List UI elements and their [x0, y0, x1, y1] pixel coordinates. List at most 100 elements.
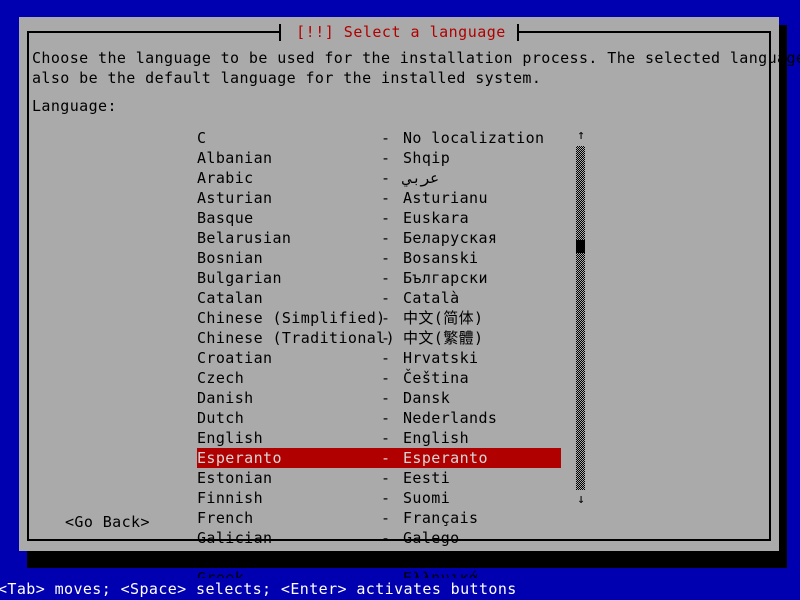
language-name: Belarusian [197, 228, 291, 248]
language-separator: - [381, 208, 390, 228]
language-list-item[interactable]: Asturian-Asturianu [197, 188, 561, 208]
language-native-name: Català [403, 288, 460, 308]
language-separator: - [381, 328, 390, 348]
language-name: French [197, 508, 254, 528]
language-separator: - [381, 408, 390, 428]
language-list-item[interactable]: Dutch -Nederlands [197, 408, 561, 428]
language-name: Finnish [197, 488, 263, 508]
language-list[interactable]: C-No localizationAlbanian-ShqipArabic-عر… [197, 128, 561, 588]
language-name: Chinese (Simplified) [197, 308, 386, 328]
language-separator: - [381, 388, 390, 408]
language-native-name: Euskara [403, 208, 469, 228]
language-separator: - [381, 528, 390, 548]
description-line-2: also be the default language for the ins… [32, 69, 541, 87]
language-separator: - [381, 428, 390, 448]
language-list-item[interactable]: C -No localization [197, 128, 561, 148]
language-native-name: Hrvatski [403, 348, 478, 368]
language-name: Galician [197, 528, 272, 548]
language-separator: - [381, 248, 390, 268]
dialog-description: Choose the language to be used for the i… [32, 48, 800, 88]
language-native-name: 中文(简体) [403, 308, 483, 328]
language-separator: - [381, 488, 390, 508]
language-name: Arabic [197, 168, 254, 188]
language-native-name: Nederlands [403, 408, 497, 428]
description-line-1: Choose the language to be used for the i… [32, 49, 800, 67]
language-native-name: Eesti [403, 468, 450, 488]
language-native-name: Deutsch [403, 548, 469, 568]
language-name: Dutch [197, 408, 244, 428]
language-native-name: Dansk [403, 388, 450, 408]
language-list-item[interactable]: Finnish -Suomi [197, 488, 561, 508]
language-separator: - [381, 508, 390, 528]
language-separator: - [381, 188, 390, 208]
language-name: C [197, 128, 206, 148]
language-separator: - [381, 548, 390, 568]
language-list-item[interactable]: English-English [197, 428, 561, 448]
language-list-item[interactable]: Belarusian -Беларуская [197, 228, 561, 248]
language-name: Basque [197, 208, 254, 228]
language-list-item[interactable]: Czech -Čeština [197, 368, 561, 388]
language-native-name: Беларуская [403, 228, 497, 248]
language-list-item[interactable]: Catalan -Català [197, 288, 561, 308]
language-separator: - [381, 288, 390, 308]
language-native-name: No localization [403, 128, 544, 148]
language-list-item[interactable]: Galician -Galego [197, 528, 561, 548]
language-name: Catalan [197, 288, 263, 308]
language-separator: - [381, 308, 390, 328]
language-list-item[interactable]: Chinese (Traditional)-中文(繁體) [197, 328, 561, 348]
select-language-dialog: [!!] Select a language Choose the langua… [19, 17, 779, 551]
language-name: Estonian [197, 468, 272, 488]
language-list-item[interactable]: French -Français [197, 508, 561, 528]
language-native-name: Suomi [403, 488, 450, 508]
language-name: Bosnian [197, 248, 263, 268]
language-list-item[interactable]: Chinese (Simplified)-中文(简体) [197, 308, 561, 328]
language-name: Esperanto [197, 448, 282, 468]
scroll-down-arrow-icon[interactable]: ↓ [571, 492, 591, 508]
scrollbar-track[interactable] [576, 146, 585, 490]
language-list-item[interactable]: German -Deutsch [197, 548, 561, 568]
language-name: Albanian [197, 148, 272, 168]
language-separator: - [381, 468, 390, 488]
language-list-scrollbar[interactable]: ↑ ↓ [571, 128, 591, 508]
language-native-name: Galego [403, 528, 460, 548]
go-back-button[interactable]: <Go Back> [65, 512, 150, 532]
language-separator: - [381, 368, 390, 388]
language-name: Chinese (Traditional) [197, 328, 395, 348]
language-native-name: English [403, 428, 469, 448]
language-name: Croatian [197, 348, 272, 368]
language-separator: - [381, 348, 390, 368]
language-native-name: 中文(繁體) [403, 328, 483, 348]
language-list-item[interactable]: Basque -Euskara [197, 208, 561, 228]
language-separator: - [381, 128, 390, 148]
language-list-item[interactable]: Danish -Dansk [197, 388, 561, 408]
language-list-item[interactable]: Croatian -Hrvatski [197, 348, 561, 368]
language-separator: - [381, 228, 390, 248]
language-native-name: Shqip [403, 148, 450, 168]
language-separator: - [381, 168, 390, 188]
language-name: English [197, 428, 263, 448]
language-native-name: Esperanto [403, 448, 488, 468]
language-name: German [197, 548, 254, 568]
language-list-item[interactable]: Bulgarian-Български [197, 268, 561, 288]
language-name: Danish [197, 388, 254, 408]
language-list-item[interactable]: Albanian -Shqip [197, 148, 561, 168]
language-native-name: عربي [403, 168, 439, 188]
language-separator: - [381, 148, 390, 168]
scrollbar-thumb[interactable] [576, 240, 585, 253]
language-native-name: Български [403, 268, 488, 288]
scroll-up-arrow-icon[interactable]: ↑ [571, 128, 591, 144]
status-bar-hint: <Tab> moves; <Space> selects; <Enter> ac… [0, 579, 517, 599]
language-name: Czech [197, 368, 244, 388]
status-bar: <Tab> moves; <Space> selects; <Enter> ac… [0, 578, 800, 600]
language-native-name: Čeština [403, 368, 469, 388]
language-separator: - [381, 268, 390, 288]
language-list-item[interactable]: Arabic -عربي [197, 168, 561, 188]
language-native-name: Bosanski [403, 248, 478, 268]
installer-screen: [!!] Select a language Choose the langua… [0, 0, 800, 600]
language-list-item[interactable]: Esperanto-Esperanto [197, 448, 561, 468]
language-native-name: Asturianu [403, 188, 488, 208]
language-list-item[interactable]: Bosnian -Bosanski [197, 248, 561, 268]
language-field-label: Language: [32, 96, 117, 116]
language-list-item[interactable]: Estonian -Eesti [197, 468, 561, 488]
language-native-name: Français [403, 508, 478, 528]
